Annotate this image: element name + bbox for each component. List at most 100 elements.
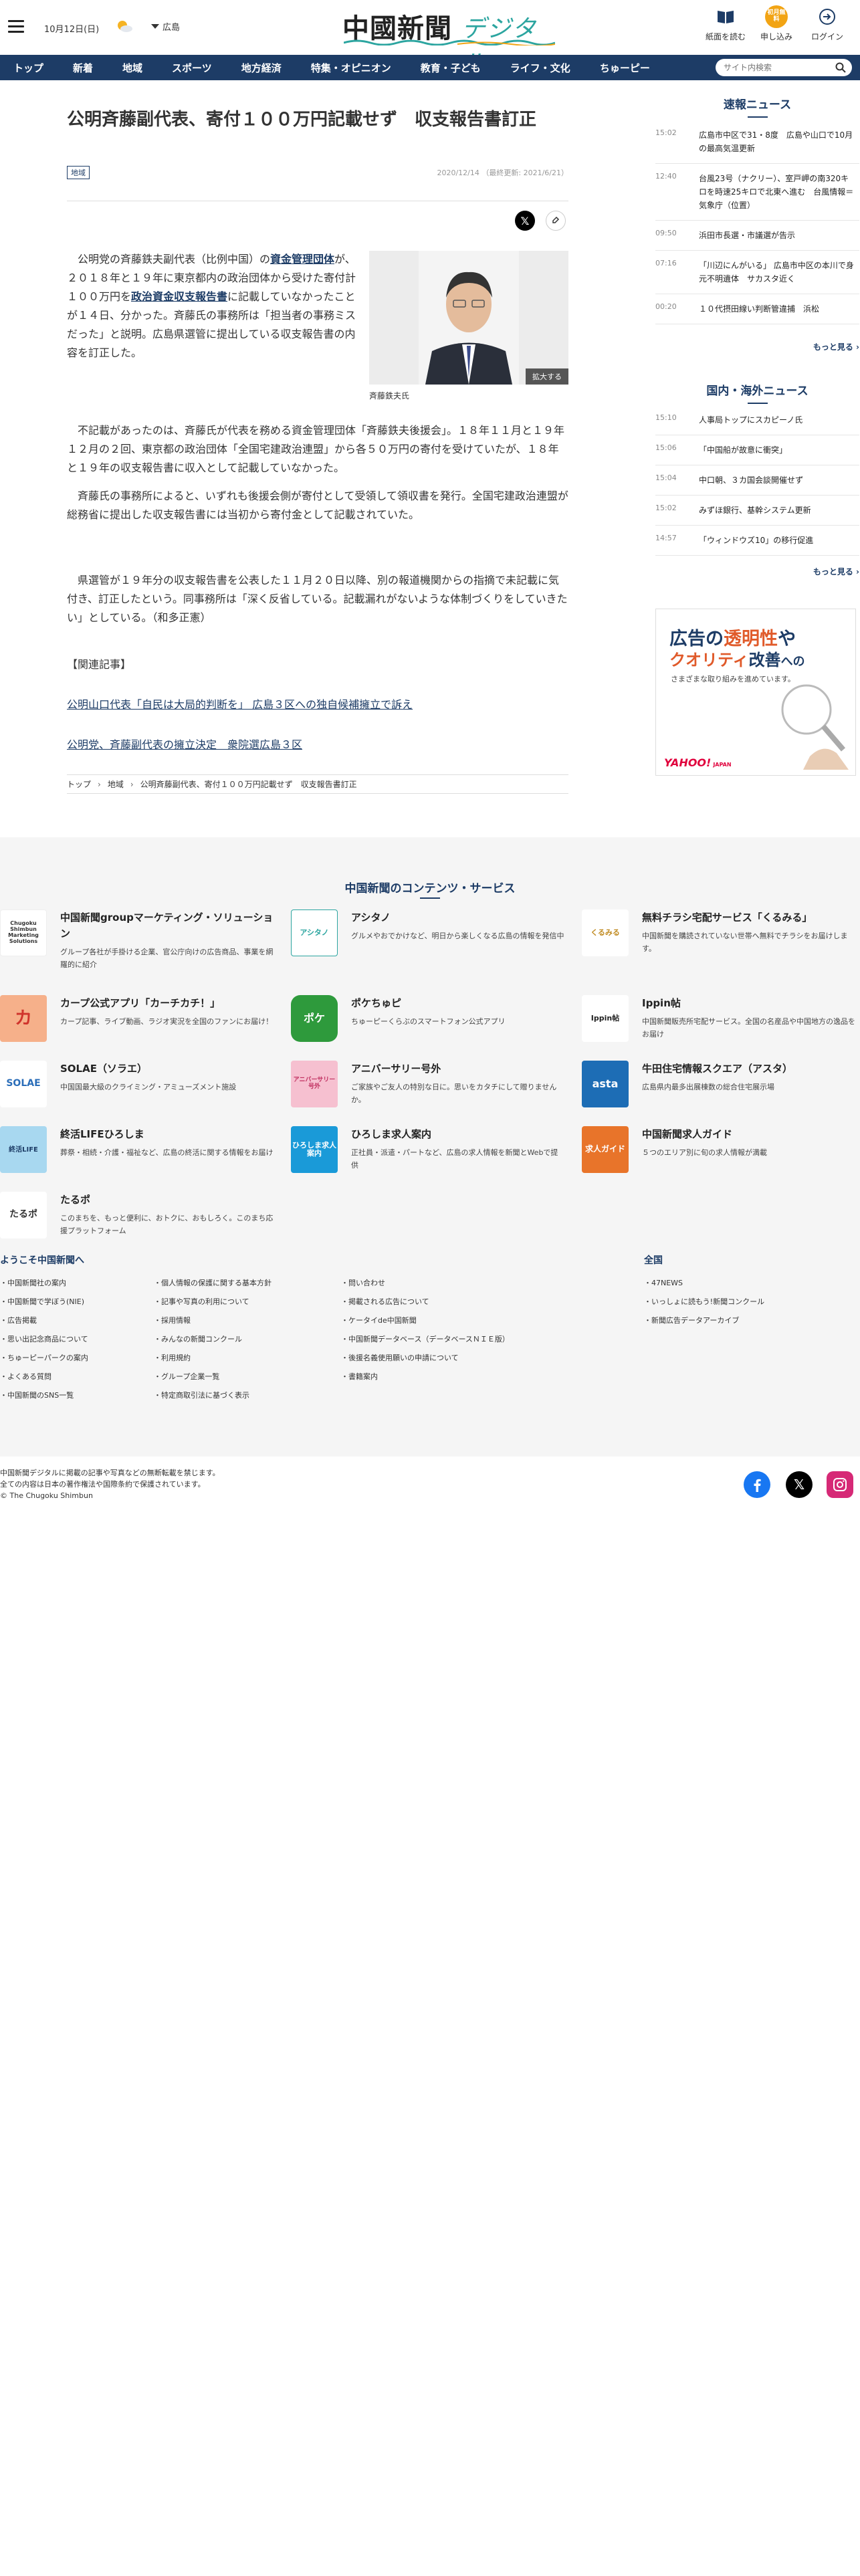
nav-item-economy[interactable]: 地方経済 bbox=[227, 61, 296, 75]
service-card[interactable]: Chugoku Shimbun Marketing Solutions 中国新聞… bbox=[0, 909, 281, 971]
region-label: 広島 bbox=[163, 23, 181, 33]
footer-link[interactable]: ・ちゅーピーパークの案内 bbox=[0, 1352, 88, 1363]
news-item[interactable]: 12:40 台風23号（ナクリー）、室戸岬の南320キロを時速25キロで北東へ進む… bbox=[655, 164, 859, 221]
footer-link[interactable]: ・特定商取引法に基づく表示 bbox=[154, 1390, 249, 1400]
footer-link[interactable]: ・新聞広告データアーカイブ bbox=[644, 1315, 739, 1325]
service-thumb: アニバーサリー号外 bbox=[291, 1061, 338, 1107]
news-item[interactable]: 07:16 「川辺にんがいる」 広島市中区の本川で身元不明遺体 サカスタ近く bbox=[655, 251, 859, 294]
footer-link[interactable]: ・中国新聞データベース（データベースＮＩＥ版） bbox=[341, 1333, 510, 1344]
service-thumb: たるポ bbox=[0, 1192, 47, 1239]
footer-link[interactable]: ・中国新聞社の案内 bbox=[0, 1277, 66, 1288]
news-item[interactable]: 00:20 １０代摂田線い判断管違捕 浜松 bbox=[655, 294, 859, 324]
news-item[interactable]: 15:10 人事局トップにスカピーノ氏 bbox=[655, 405, 859, 435]
more-link[interactable]: もっと見る › bbox=[813, 341, 859, 352]
subscribe-label: 申し込み bbox=[760, 32, 792, 41]
footer-link[interactable]: ・記事や写真の利用について bbox=[154, 1296, 249, 1307]
more-link[interactable]: もっと見る › bbox=[813, 566, 859, 577]
subscribe-button[interactable]: 初月無料 申し込み bbox=[753, 5, 800, 42]
service-title: ひろしま求人案内 bbox=[351, 1128, 432, 1140]
footer-link[interactable]: ・掲載される広告について bbox=[341, 1296, 429, 1307]
service-card[interactable]: SOLAE SOLAE（ソラエ） 中国国最大級のクライミング・アミューズメント施設 bbox=[0, 1061, 281, 1107]
category-tag[interactable]: 地域 bbox=[67, 166, 90, 179]
copy-link-icon[interactable] bbox=[546, 211, 566, 231]
menu-icon[interactable] bbox=[8, 20, 24, 33]
facebook-icon[interactable] bbox=[744, 1471, 770, 1498]
footer-link[interactable]: ・よくある質問 bbox=[0, 1371, 51, 1382]
nav-item-opinion[interactable]: 特集・オピニオン bbox=[296, 61, 406, 75]
region-selector[interactable]: 広島 bbox=[151, 20, 180, 33]
service-desc: ５つのエリア別に旬の求人情報が満載 bbox=[642, 1148, 767, 1157]
nav-item-top[interactable]: トップ bbox=[0, 61, 58, 75]
welcome-heading: ようこそ中国新聞へ bbox=[0, 1255, 84, 1266]
nav-item-chupy[interactable]: ちゅーピー bbox=[585, 61, 665, 75]
breadcrumb-item[interactable]: トップ bbox=[67, 778, 91, 790]
news-item[interactable]: 15:06 「中国船が故意に衝突」 bbox=[655, 435, 859, 465]
service-card[interactable]: アシタノ アシタノ グルメやおでかけなど、明日から楽しくなる広島の情報を発信中 bbox=[291, 909, 572, 956]
footer-link[interactable]: ・みんなの新聞コンクール bbox=[154, 1333, 242, 1344]
footer-link[interactable]: ・後援名義使用願いの申請について bbox=[341, 1352, 459, 1363]
title-underline bbox=[420, 897, 440, 899]
service-card[interactable]: カ カープ公式アプリ「カーチカチ！」 カープ記事、ライブ動画、ラジオ実況を全国のフ… bbox=[0, 995, 281, 1042]
breadcrumb-item[interactable]: 地域 bbox=[108, 778, 124, 790]
service-card[interactable]: asta 牛田住宅情報スクエア（アスタ） 広島県内最多出展棟数の総合住宅展示場 bbox=[582, 1061, 860, 1107]
nav-item-new[interactable]: 新着 bbox=[58, 61, 108, 75]
footer-link[interactable]: ・問い合わせ bbox=[341, 1277, 385, 1288]
related-article-link[interactable]: 公明山口代表「自民は大局的判断を」 広島３区への独自候補擁立で訴え bbox=[67, 695, 413, 712]
news-item[interactable]: 15:04 中口朝、３カ国会談開催せず bbox=[655, 465, 859, 496]
login-label: ログイン bbox=[811, 32, 843, 41]
site-logo[interactable]: 中國新聞 デジタル bbox=[342, 7, 556, 78]
footer-link[interactable]: ・中国新聞で学ぼう(NIE) bbox=[0, 1296, 84, 1307]
login-button[interactable]: ログイン bbox=[804, 5, 851, 42]
photo-frame[interactable]: 拡大する bbox=[369, 251, 568, 385]
nav-item-sports[interactable]: スポーツ bbox=[157, 61, 227, 75]
search-icon[interactable] bbox=[835, 62, 846, 73]
nav-item-local[interactable]: 地域 bbox=[108, 61, 157, 75]
footer-link[interactable]: ・利用規約 bbox=[154, 1352, 191, 1363]
service-card[interactable]: ひろしま求人案内 ひろしま求人案内 正社員・派遣・パートなど、広島の求人情報を新聞… bbox=[291, 1126, 572, 1173]
news-item[interactable]: 14:57 「ウィンドウズ10」の移行促進 bbox=[655, 526, 859, 556]
news-item[interactable]: 15:02 みずほ銀行、基幹システム更新 bbox=[655, 496, 859, 526]
footer-link[interactable]: ・いっしょに読もう!新聞コンクール bbox=[644, 1296, 764, 1307]
x-icon[interactable]: 𝕏 bbox=[786, 1471, 813, 1498]
service-card[interactable]: くるみる 無料チラシ宅配サービス「くるみる」 中国新聞を購読されていない世帯へ無料… bbox=[582, 909, 860, 956]
read-paper-button[interactable]: 紙面を読む bbox=[702, 5, 749, 42]
footer-link[interactable]: ・グループ企業一覧 bbox=[154, 1371, 219, 1382]
service-card[interactable]: Ippin帖 Ippin帖 中国新聞販売所宅配サービス。全国の名産品や中国地方の逸… bbox=[582, 995, 860, 1042]
footer-link[interactable]: ・47NEWS bbox=[644, 1277, 683, 1288]
service-title: たるポ bbox=[60, 1194, 91, 1206]
service-card[interactable]: ポケ ポケちゅピ ちゅーピーくらぶのスマートフォン公式アプリ bbox=[291, 995, 572, 1042]
footer-link[interactable]: ・中国新聞のSNS一覧 bbox=[0, 1390, 74, 1400]
news-item[interactable]: 15:02 広島市中区で31・8度 広島や山口で10月の最高気温更新 bbox=[655, 120, 859, 164]
related-article-link[interactable]: 公明党、斉藤副代表の擁立決定 衆院選広島３区 bbox=[67, 736, 302, 752]
footer-link[interactable]: ・思い出記念商品について bbox=[0, 1333, 88, 1344]
service-title: Ippin帖 bbox=[642, 997, 681, 1009]
services-section: 中国新聞のコンテンツ・サービス Chugoku Shimbun Marketin… bbox=[0, 837, 860, 1457]
service-card[interactable]: 終活LIFE 終活LIFEひろしま 葬祭・相続・介護・福祉など、広島の終活に関する… bbox=[0, 1126, 281, 1173]
footer-link[interactable]: ・採用情報 bbox=[154, 1315, 191, 1325]
footer-link[interactable]: ・個人情報の保護に関する基本方針 bbox=[154, 1277, 272, 1288]
news-time: 15:10 bbox=[655, 413, 677, 422]
nav-item-education[interactable]: 教育・子ども bbox=[406, 61, 496, 75]
brand-text: YAHOO! bbox=[664, 756, 712, 769]
footer-link[interactable]: ・広告掲載 bbox=[0, 1315, 37, 1325]
copyright-block: 中国新聞デジタルに掲載の記事や写真などの無断転載を禁じます。 全ての内容は日本の… bbox=[0, 1467, 220, 1501]
news-time: 12:40 bbox=[655, 172, 677, 181]
search-input[interactable] bbox=[724, 63, 831, 72]
news-item[interactable]: 09:50 浜田市長選・市議選が告示 bbox=[655, 221, 859, 251]
keyword-link[interactable]: 資金管理団体 bbox=[270, 253, 334, 265]
share-x-icon[interactable]: 𝕏 bbox=[515, 211, 535, 231]
keyword-link[interactable]: 政治資金収支報告書 bbox=[131, 290, 227, 303]
service-title: 牛田住宅情報スクエア（アスタ） bbox=[642, 1063, 793, 1075]
service-title: アシタノ bbox=[351, 911, 391, 924]
ad-banner[interactable]: 広告の透明性や クオリティ改善への さまざまな取り組みを進めています。 YAHO… bbox=[655, 609, 856, 776]
instagram-icon[interactable] bbox=[827, 1471, 853, 1498]
service-desc: 正社員・派遣・パートなど、広島の求人情報を新聞とWebで提供 bbox=[351, 1148, 558, 1170]
footer-link[interactable]: ・ケータイde中国新聞 bbox=[341, 1315, 417, 1325]
zoom-button[interactable]: 拡大する bbox=[526, 368, 568, 385]
nav-item-life[interactable]: ライフ・文化 bbox=[496, 61, 585, 75]
service-card[interactable]: アニバーサリー号外 アニバーサリー号外 ご家族やご友人の特別な日に。思いをカタチに… bbox=[291, 1061, 572, 1107]
service-desc: 中国新聞を購読されていない世帯へ無料でチラシをお届けします。 bbox=[642, 932, 848, 953]
service-card[interactable]: たるポ たるポ このまちを、もっと便利に、おトクに、おもしろく。このまち応援プラッ… bbox=[0, 1192, 281, 1239]
footer-link[interactable]: ・書籍案内 bbox=[341, 1371, 378, 1382]
service-card[interactable]: 求人ガイド 中国新聞求人ガイド ５つのエリア別に旬の求人情報が満載 bbox=[582, 1126, 860, 1173]
